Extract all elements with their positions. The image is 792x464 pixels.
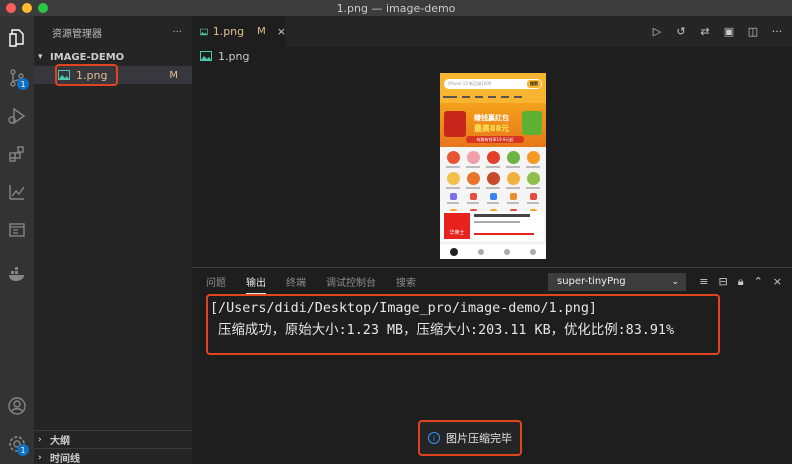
tab-label: 1.png: [212, 25, 245, 38]
scm-badge: 1: [17, 78, 29, 90]
timeline-section[interactable]: › 时间线: [34, 448, 192, 464]
close-icon[interactable]: ×: [773, 275, 782, 289]
preview-banner-amount: 最高88元: [474, 124, 510, 133]
window-icon: [9, 223, 25, 237]
output-text: [/Users/didi/Desktop/Image_pro/image-dem…: [210, 298, 674, 342]
panel-actions: ≡ ⊟ 🔒︎ ⌃ ×: [699, 275, 782, 289]
maximize-window-button[interactable]: [38, 3, 48, 13]
tab-problems[interactable]: 问题: [206, 274, 226, 294]
chevron-down-icon: ▾: [38, 52, 43, 62]
image-file-icon: [58, 70, 70, 80]
settings-badge: 1: [17, 444, 29, 456]
tab-debug-console[interactable]: 调试控制台: [326, 274, 376, 294]
preview-banner-tag: 有路有钱享19.9元起: [466, 136, 524, 143]
accounts-button[interactable]: [0, 388, 34, 424]
close-window-button[interactable]: [6, 3, 16, 13]
files-icon: [9, 29, 24, 47]
extensions-icon: [9, 146, 24, 162]
extensions-button[interactable]: [0, 136, 34, 172]
image-preview: iPhone 12 新品减1000 搜索 赚钱赢红包 最高88元 有路有钱享19…: [440, 73, 546, 259]
tab-terminal[interactable]: 终端: [286, 274, 306, 294]
remote-explorer-button[interactable]: [0, 212, 34, 248]
chevron-up-icon[interactable]: ⌃: [754, 275, 763, 289]
chevron-down-icon: ⌄: [671, 277, 679, 287]
preview-banner-right: [522, 111, 542, 135]
split-editor-icon[interactable]: ◫: [746, 24, 760, 38]
manage-button[interactable]: 1: [0, 426, 34, 462]
image-file-icon: [200, 28, 208, 35]
minimize-window-button[interactable]: [22, 3, 32, 13]
preview-banner-left: [444, 111, 466, 137]
window-title: 1.png — image-demo: [336, 1, 456, 15]
open-preview-icon[interactable]: ▣: [722, 24, 736, 38]
timeline-label: 时间线: [50, 454, 80, 464]
project-name: IMAGE-DEMO: [50, 51, 125, 63]
editor-tabs: 1.png M × ▷ ↺ ⇄ ▣ ◫ ···: [192, 16, 792, 47]
docker-icon: [9, 267, 24, 281]
chevron-right-icon: ›: [38, 452, 42, 463]
source-control-button[interactable]: 1: [0, 60, 34, 96]
notification-toast[interactable]: i 图片压缩完毕: [420, 422, 520, 454]
clear-output-icon[interactable]: ⊟: [718, 275, 727, 289]
tab-output[interactable]: 输出: [246, 274, 266, 294]
preview-banner-title: 赚钱赢红包: [474, 114, 509, 122]
breadcrumb[interactable]: 1.png: [200, 48, 249, 64]
editor-actions: ▷ ↺ ⇄ ▣ ◫ ···: [650, 24, 784, 38]
preview-tab-bar: [440, 243, 546, 259]
preview-store-logo: 华莱士: [444, 213, 470, 239]
run-debug-button[interactable]: [0, 98, 34, 134]
analytics-button[interactable]: [0, 174, 34, 210]
notification-message: 图片压缩完毕: [446, 432, 512, 445]
tab-close-button[interactable]: ×: [277, 25, 286, 38]
explorer-button[interactable]: [0, 20, 34, 56]
panel-tabs: 问题 输出 终端 调试控制台 搜索: [206, 274, 416, 294]
chevron-right-icon: ›: [38, 434, 42, 445]
docker-button[interactable]: [0, 256, 34, 292]
output-channel-value: super-tinyPng: [557, 276, 626, 287]
preview-search-text: iPhone 12 新品减1000: [448, 81, 492, 86]
more-actions-icon[interactable]: ···: [172, 27, 182, 38]
breadcrumb-file: 1.png: [218, 49, 250, 63]
account-icon: [8, 397, 26, 415]
output-line-path: [/Users/didi/Desktop/Image_pro/image-dem…: [210, 301, 597, 316]
info-icon: i: [428, 432, 440, 444]
preview-category-grid: [440, 147, 546, 189]
history-icon[interactable]: ↺: [674, 24, 688, 38]
more-actions-icon[interactable]: ···: [770, 24, 784, 38]
compare-changes-icon[interactable]: ⇄: [698, 24, 712, 38]
run-icon[interactable]: ▷: [650, 24, 664, 38]
output-channel-select[interactable]: super-tinyPng ⌄: [548, 273, 686, 291]
preview-search-button: 搜索: [527, 80, 541, 88]
preview-category-bar: [440, 92, 546, 101]
run-debug-icon: [8, 107, 26, 125]
filter-icon[interactable]: ≡: [699, 275, 708, 289]
chart-icon: [9, 185, 25, 200]
file-name: 1.png: [76, 68, 108, 82]
lock-icon[interactable]: 🔒︎: [738, 275, 744, 289]
explorer-sidebar: 资源管理器 ··· ▾ IMAGE-DEMO 1.png M › 大纲 › 时间…: [34, 16, 192, 464]
tab-status: M: [257, 26, 266, 37]
preview-search-bar: iPhone 12 新品减1000 搜索: [444, 79, 542, 89]
image-file-icon: [200, 51, 212, 61]
title-bar: 1.png — image-demo: [0, 0, 792, 16]
file-status: M: [169, 69, 178, 81]
sidebar-header: 资源管理器 ···: [34, 16, 192, 48]
activity-bar: 1 1: [0, 16, 34, 464]
project-folder[interactable]: ▾ IMAGE-DEMO: [34, 48, 192, 66]
preview-header: iPhone 12 新品减1000 搜索: [440, 73, 546, 103]
file-item-1-png[interactable]: 1.png M: [34, 66, 192, 84]
tab-search[interactable]: 搜索: [396, 274, 416, 294]
tab-1-png[interactable]: 1.png M ×: [192, 16, 286, 47]
outline-label: 大纲: [50, 436, 70, 447]
sidebar-title: 资源管理器: [52, 28, 102, 40]
outline-section[interactable]: › 大纲: [34, 430, 192, 448]
output-line-result: 压缩成功，原始大小:1.23 MB，压缩大小:203.11 KB，优化比例:83…: [210, 323, 675, 338]
preview-banner: 赚钱赢红包 最高88元 有路有钱享19.9元起: [440, 103, 546, 147]
window-controls: [6, 3, 48, 13]
preview-store-card: 华莱士: [442, 211, 544, 241]
